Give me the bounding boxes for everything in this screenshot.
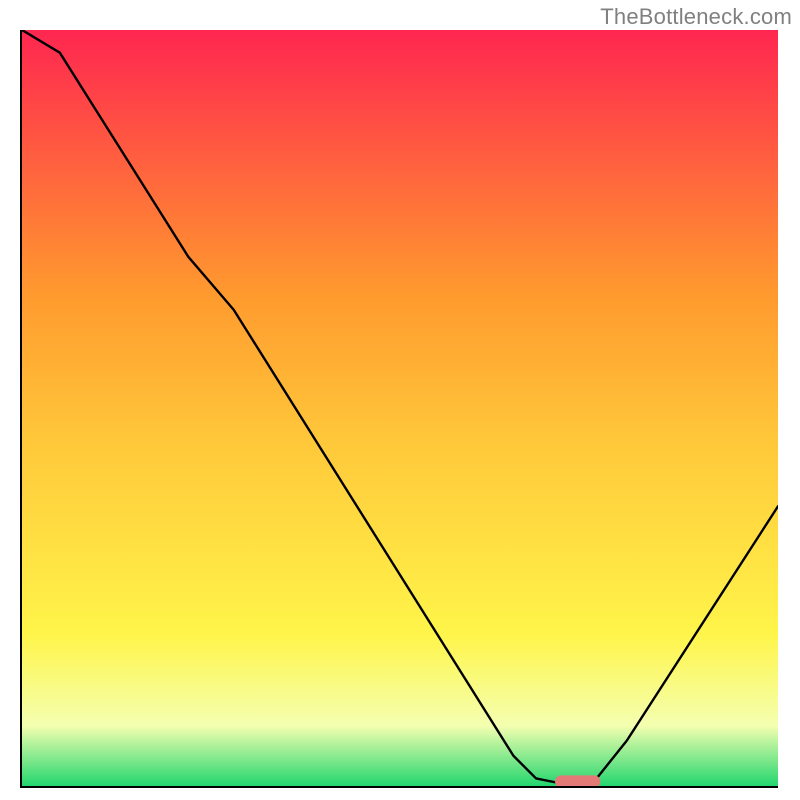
watermark-text: TheBottleneck.com [600, 4, 792, 30]
chart-curve-layer [22, 30, 778, 786]
optimal-marker [555, 775, 600, 786]
chart-area [20, 30, 778, 788]
bottleneck-curve [22, 30, 778, 786]
